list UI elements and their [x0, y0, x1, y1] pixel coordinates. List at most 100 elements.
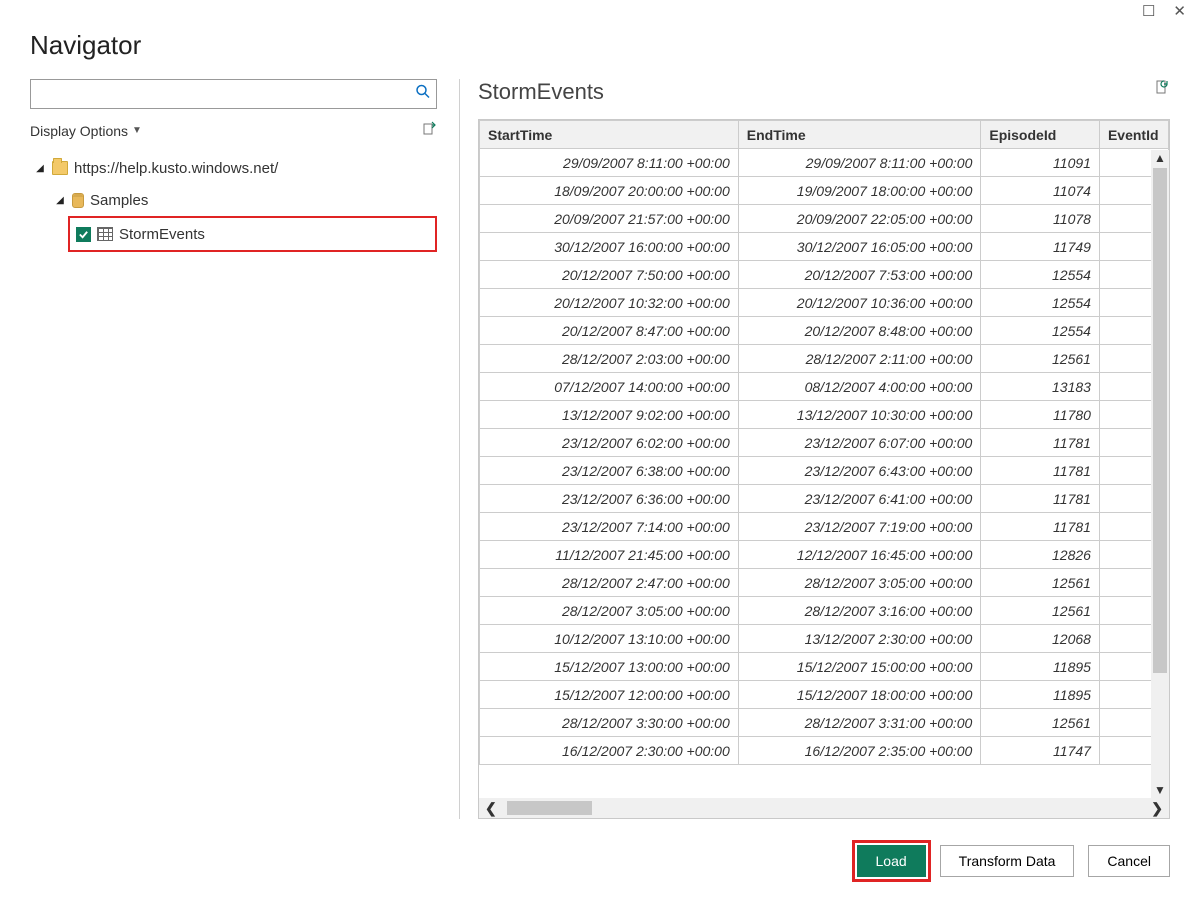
transform-data-button[interactable]: Transform Data [940, 845, 1075, 877]
caret-expanded-icon: ◢ [54, 195, 66, 206]
table-row[interactable]: 23/12/2007 6:38:00 +00:0023/12/2007 6:43… [480, 457, 1169, 485]
table-row[interactable]: 29/09/2007 8:11:00 +00:0029/09/2007 8:11… [480, 149, 1169, 177]
table-cell: 23/12/2007 6:43:00 +00:00 [738, 457, 981, 485]
table-row[interactable]: 13/12/2007 9:02:00 +00:0013/12/2007 10:3… [480, 401, 1169, 429]
scroll-left-icon[interactable]: ❮ [479, 801, 503, 815]
scroll-right-icon[interactable]: ❯ [1145, 801, 1169, 815]
table-cell: 20/12/2007 7:50:00 +00:00 [480, 261, 739, 289]
vertical-scrollbar[interactable]: ▲ ▼ [1151, 150, 1169, 798]
tree-node-connection[interactable]: ◢ https://help.kusto.windows.net/ [30, 152, 437, 184]
table-cell: 12068 [981, 625, 1100, 653]
column-header[interactable]: StartTime [480, 121, 739, 149]
table-row[interactable]: 28/12/2007 3:30:00 +00:0028/12/2007 3:31… [480, 709, 1169, 737]
tree-node-table[interactable]: StormEvents [76, 226, 205, 243]
table-cell: 16/12/2007 2:35:00 +00:00 [738, 737, 981, 765]
display-options-label: Display Options [30, 123, 128, 139]
table-row[interactable]: 28/12/2007 3:05:00 +00:0028/12/2007 3:16… [480, 597, 1169, 625]
table-cell: 20/12/2007 10:36:00 +00:00 [738, 289, 981, 317]
preview-table: StartTimeEndTimeEpisodeIdEventId 29/09/2… [479, 120, 1169, 765]
scroll-up-icon[interactable]: ▲ [1154, 150, 1166, 166]
scrollbar-thumb[interactable] [1153, 168, 1167, 673]
table-cell: 20/12/2007 10:32:00 +00:00 [480, 289, 739, 317]
table-cell: 23/12/2007 6:36:00 +00:00 [480, 485, 739, 513]
refresh-icon[interactable] [421, 121, 437, 140]
table-row[interactable]: 07/12/2007 14:00:00 +00:0008/12/2007 4:0… [480, 373, 1169, 401]
cancel-button[interactable]: Cancel [1088, 845, 1170, 877]
caret-expanded-icon: ◢ [34, 163, 46, 174]
table-cell: 12561 [981, 345, 1100, 373]
table-cell: 11747 [981, 737, 1100, 765]
table-cell: 12561 [981, 597, 1100, 625]
column-header[interactable]: EventId [1099, 121, 1168, 149]
table-cell: 12561 [981, 709, 1100, 737]
column-header[interactable]: EndTime [738, 121, 981, 149]
column-header[interactable]: EpisodeId [981, 121, 1100, 149]
table-row[interactable]: 11/12/2007 21:45:00 +00:0012/12/2007 16:… [480, 541, 1169, 569]
table-cell: 11780 [981, 401, 1100, 429]
table-checkbox[interactable] [76, 227, 91, 242]
table-cell: 28/12/2007 2:03:00 +00:00 [480, 345, 739, 373]
table-cell: 11781 [981, 457, 1100, 485]
table-row[interactable]: 15/12/2007 12:00:00 +00:0015/12/2007 18:… [480, 681, 1169, 709]
table-cell: 07/12/2007 14:00:00 +00:00 [480, 373, 739, 401]
preview-pane: StormEvents StartTimeEndTimeEpisodeIdEve… [460, 79, 1170, 819]
scroll-down-icon[interactable]: ▼ [1154, 782, 1166, 798]
preview-refresh-icon[interactable] [1154, 79, 1170, 100]
table-row[interactable]: 18/09/2007 20:00:00 +00:0019/09/2007 18:… [480, 177, 1169, 205]
scrollbar-thumb[interactable] [507, 801, 592, 815]
table-cell: 23/12/2007 7:14:00 +00:00 [480, 513, 739, 541]
table-cell: 12561 [981, 569, 1100, 597]
table-cell: 28/12/2007 3:31:00 +00:00 [738, 709, 981, 737]
tree-node-label: Samples [90, 192, 148, 209]
table-cell: 12554 [981, 317, 1100, 345]
table-cell: 19/09/2007 18:00:00 +00:00 [738, 177, 981, 205]
dialog-footer: Load Transform Data Cancel [0, 819, 1200, 877]
table-row[interactable]: 20/12/2007 10:32:00 +00:0020/12/2007 10:… [480, 289, 1169, 317]
table-cell: 16/12/2007 2:30:00 +00:00 [480, 737, 739, 765]
table-row[interactable]: 23/12/2007 7:14:00 +00:0023/12/2007 7:19… [480, 513, 1169, 541]
table-cell: 20/12/2007 7:53:00 +00:00 [738, 261, 981, 289]
table-cell: 11781 [981, 513, 1100, 541]
table-cell: 12/12/2007 16:45:00 +00:00 [738, 541, 981, 569]
table-row[interactable]: 20/12/2007 8:47:00 +00:0020/12/2007 8:48… [480, 317, 1169, 345]
table-cell: 15/12/2007 18:00:00 +00:00 [738, 681, 981, 709]
table-cell: 12826 [981, 541, 1100, 569]
table-cell: 11749 [981, 233, 1100, 261]
table-row[interactable]: 28/12/2007 2:47:00 +00:0028/12/2007 3:05… [480, 569, 1169, 597]
table-cell: 11/12/2007 21:45:00 +00:00 [480, 541, 739, 569]
table-row[interactable]: 16/12/2007 2:30:00 +00:0016/12/2007 2:35… [480, 737, 1169, 765]
table-row[interactable]: 20/12/2007 7:50:00 +00:0020/12/2007 7:53… [480, 261, 1169, 289]
tree-node-database[interactable]: ◢ Samples [30, 184, 437, 216]
search-icon[interactable] [415, 84, 431, 105]
table-cell: 13/12/2007 2:30:00 +00:00 [738, 625, 981, 653]
table-row[interactable]: 23/12/2007 6:02:00 +00:0023/12/2007 6:07… [480, 429, 1169, 457]
table-cell: 13/12/2007 9:02:00 +00:00 [480, 401, 739, 429]
table-cell: 30/12/2007 16:05:00 +00:00 [738, 233, 981, 261]
table-row[interactable]: 10/12/2007 13:10:00 +00:0013/12/2007 2:3… [480, 625, 1169, 653]
table-cell: 23/12/2007 6:02:00 +00:00 [480, 429, 739, 457]
table-row[interactable]: 30/12/2007 16:00:00 +00:0030/12/2007 16:… [480, 233, 1169, 261]
source-tree: ◢ https://help.kusto.windows.net/ ◢ Samp… [30, 152, 437, 252]
table-cell: 11091 [981, 149, 1100, 177]
horizontal-scrollbar[interactable]: ❮ ❯ [479, 798, 1169, 818]
table-row[interactable]: 20/09/2007 21:57:00 +00:0020/09/2007 22:… [480, 205, 1169, 233]
display-options-dropdown[interactable]: Display Options ▼ [30, 123, 142, 139]
window-maximize-icon[interactable]: ☐ [1142, 2, 1155, 20]
search-input[interactable] [30, 79, 437, 109]
table-cell: 23/12/2007 6:38:00 +00:00 [480, 457, 739, 485]
table-row[interactable]: 23/12/2007 6:36:00 +00:0023/12/2007 6:41… [480, 485, 1169, 513]
load-button[interactable]: Load [857, 845, 926, 877]
table-row[interactable]: 28/12/2007 2:03:00 +00:0028/12/2007 2:11… [480, 345, 1169, 373]
table-cell: 20/09/2007 21:57:00 +00:00 [480, 205, 739, 233]
table-cell: 12554 [981, 289, 1100, 317]
table-cell: 10/12/2007 13:10:00 +00:00 [480, 625, 739, 653]
table-row[interactable]: 15/12/2007 13:00:00 +00:0015/12/2007 15:… [480, 653, 1169, 681]
table-icon [97, 227, 113, 241]
selected-table-highlight: StormEvents [68, 216, 437, 252]
table-cell: 28/12/2007 3:05:00 +00:00 [480, 597, 739, 625]
table-cell: 08/12/2007 4:00:00 +00:00 [738, 373, 981, 401]
table-cell: 12554 [981, 261, 1100, 289]
window-close-icon[interactable]: ✕ [1173, 2, 1186, 20]
table-cell: 15/12/2007 13:00:00 +00:00 [480, 653, 739, 681]
table-cell: 28/12/2007 2:11:00 +00:00 [738, 345, 981, 373]
